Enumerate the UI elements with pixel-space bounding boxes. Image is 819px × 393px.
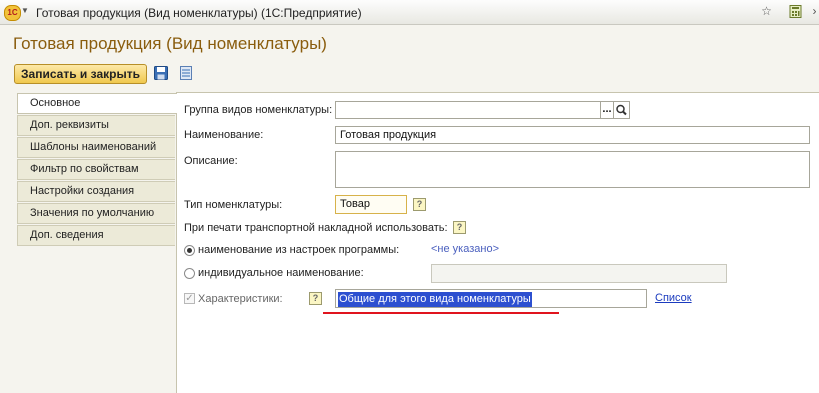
description-textarea[interactable]: [335, 151, 810, 188]
characteristics-checkbox[interactable]: ✓: [184, 293, 195, 304]
help-icon[interactable]: ?: [413, 198, 426, 211]
transport-label: При печати транспортной накладной исполь…: [184, 222, 448, 234]
tab-main[interactable]: Основное: [17, 93, 177, 114]
app-logo-icon[interactable]: 1С: [4, 5, 21, 21]
characteristics-selected-text: Общие для этого вида номенклатуры: [338, 292, 532, 307]
app-menu-chevron-icon[interactable]: ▼: [21, 6, 29, 15]
star-icon[interactable]: ☆: [760, 5, 773, 18]
individual-name-input[interactable]: [431, 264, 727, 283]
tab-name-templates[interactable]: Шаблоны наименований: [17, 137, 175, 158]
chevron-right-icon[interactable]: ›: [808, 5, 819, 18]
window-title: Готовая продукция (Вид номенклатуры) (1С…: [36, 6, 362, 20]
type-label: Тип номенклатуры:: [184, 199, 283, 211]
help-icon[interactable]: ?: [309, 292, 322, 305]
group-label: Группа видов номенклатуры:: [184, 104, 333, 116]
annotation-underline: [323, 312, 559, 314]
tab-creation-settings[interactable]: Настройки создания: [17, 181, 175, 202]
tab-default-values[interactable]: Значения по умолчанию: [17, 203, 175, 224]
characteristics-input[interactable]: Общие для этого вида номенклатуры: [335, 289, 647, 308]
radio-selected-dot: [187, 248, 192, 253]
floppy-disk-icon[interactable]: [154, 66, 168, 80]
tab-property-filter[interactable]: Фильтр по свойствам: [17, 159, 175, 180]
magnifier-icon[interactable]: [613, 101, 630, 119]
group-select-button[interactable]: ...: [600, 101, 614, 119]
radio-settings-label[interactable]: наименование из настроек программы:: [198, 244, 399, 256]
type-input[interactable]: Товар: [335, 195, 407, 214]
settings-name-value-link[interactable]: <не указано>: [431, 243, 499, 255]
help-icon[interactable]: ?: [453, 221, 466, 234]
radio-individual-label[interactable]: индивидуальное наименование:: [198, 267, 364, 279]
page-title: Готовая продукция (Вид номенклатуры): [13, 34, 327, 53]
characteristics-label: Характеристики:: [198, 293, 283, 305]
radio-individual-name[interactable]: [184, 268, 195, 279]
tab-additional-attributes[interactable]: Доп. реквизиты: [17, 115, 175, 136]
calculator-icon[interactable]: [789, 5, 802, 18]
description-label: Описание:: [184, 155, 238, 167]
tab-additional-info[interactable]: Доп. сведения: [17, 225, 175, 246]
save-and-close-button[interactable]: Записать и закрыть: [14, 64, 147, 84]
group-input[interactable]: [335, 101, 601, 119]
name-label: Наименование:: [184, 129, 264, 141]
name-input[interactable]: Готовая продукция: [335, 126, 810, 144]
list-link[interactable]: Список: [655, 292, 692, 304]
list-icon[interactable]: [180, 66, 192, 80]
radio-settings-name[interactable]: [184, 245, 195, 256]
